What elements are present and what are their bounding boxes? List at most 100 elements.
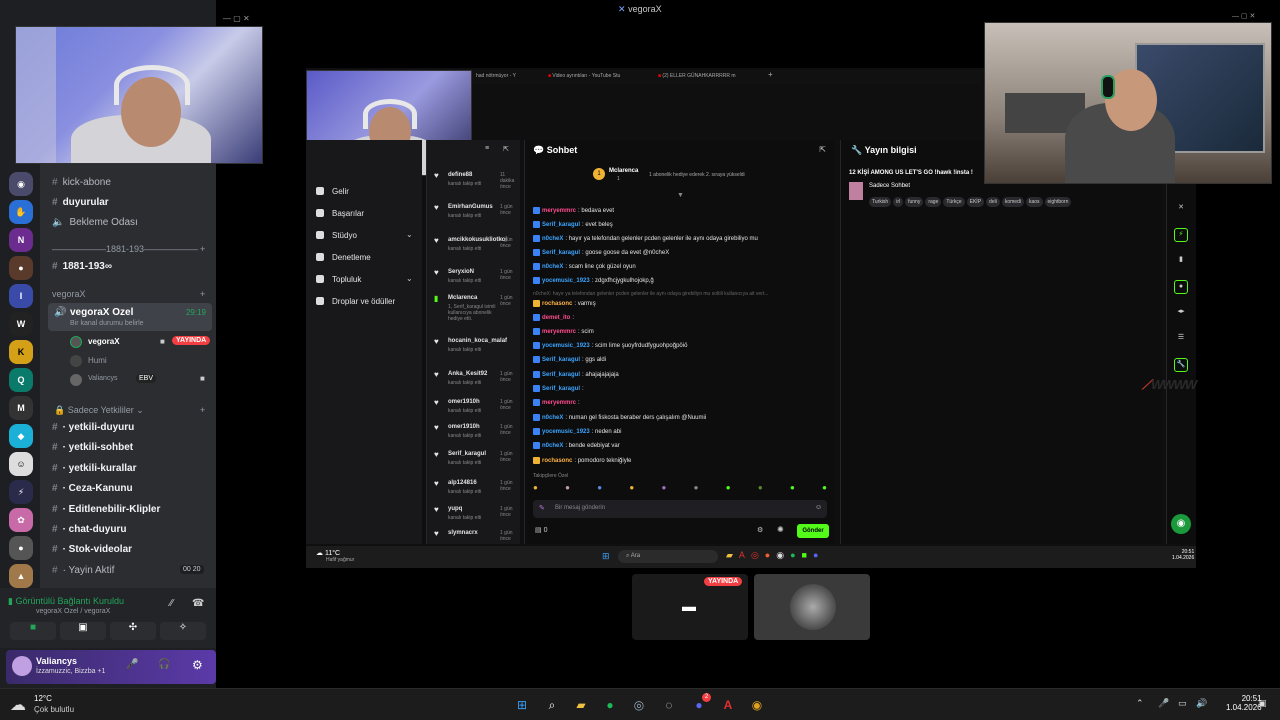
network-icon[interactable]: ▭	[1178, 698, 1187, 709]
close-icon[interactable]: ✕	[1174, 202, 1188, 216]
chat-username[interactable]: yocemusic_1923	[542, 343, 590, 349]
stream-tag[interactable]: komedi	[1001, 197, 1024, 207]
chat-message[interactable]: n0cheX: bende edebiyat var	[533, 442, 620, 449]
chat-message[interactable]: rochasonc: varmış	[533, 300, 596, 307]
chat-message[interactable]: n0cheX: numan gel fiskosta beraber ders …	[533, 414, 706, 421]
camera-button[interactable]: ■	[10, 622, 56, 640]
server-icon[interactable]: M	[9, 396, 33, 420]
menu-item-topluluk[interactable]: Topluluk	[332, 275, 361, 284]
emote-icon[interactable]: ●	[565, 483, 570, 495]
channel-yayin-aktif[interactable]: # · Yayin Aktif	[52, 565, 114, 576]
search-icon[interactable]: ⌕	[543, 696, 561, 714]
chat-message[interactable]: rochasonc: pomodoro tekniğiyle	[533, 457, 631, 464]
menu-item-denetleme[interactable]: Denetleme	[332, 253, 371, 262]
chat-message[interactable]: Serif_karagul:	[533, 385, 584, 392]
emoji-icon[interactable]: ☺	[815, 504, 822, 511]
emote-icon[interactable]: ●	[597, 483, 602, 495]
emote-icon[interactable]: ●	[726, 483, 731, 495]
chat-icon[interactable]: ●	[1174, 280, 1188, 294]
follower-item[interactable]: ♥ hocanin_koca_malaf kanalı takip etti	[426, 337, 520, 363]
voice-channel-path[interactable]: vegoraX Ozel / vegoraX	[36, 608, 110, 615]
server-icon[interactable]: ⚡	[9, 480, 33, 504]
chat-message[interactable]: Serif_karagul: ggs aldi	[533, 356, 606, 363]
settings-gear-icon[interactable]: ⚙	[757, 526, 763, 534]
stream-tag[interactable]: irl	[893, 197, 904, 207]
follower-item[interactable]: ♥ omer1910h kanalı takip etti 1 gün önce	[426, 398, 520, 424]
follower-item[interactable]: ♥ Serif_karagul kanalı takip etti 1 gün önc…	[426, 450, 520, 476]
chat-message[interactable]: Serif_karagul: goose goose da evet @n0ch…	[533, 249, 669, 256]
stream-tag[interactable]: deli	[986, 197, 1000, 207]
call-tile-user[interactable]	[754, 574, 870, 640]
microphone-icon[interactable]: 🎤	[1158, 698, 1169, 709]
server-icon[interactable]: ☺	[9, 452, 33, 476]
chat-username[interactable]: Serif_karagul	[542, 386, 580, 392]
help-icon[interactable]: ◉	[1171, 514, 1191, 534]
popout-icon[interactable]: ⇱	[503, 145, 509, 153]
follower-item[interactable]: ♥ EmirhanGumus kanalı takip etti 1 gün önce	[426, 203, 520, 229]
inner-clock[interactable]: 20:51 1.04.2026	[1172, 549, 1194, 561]
server-icon[interactable]: ●	[9, 536, 33, 560]
audio-icon[interactable]: ◂▸	[1174, 306, 1188, 320]
menu-item-studyo[interactable]: Stüdyo	[332, 231, 357, 240]
chat-message[interactable]: Serif_karagul: ahajajajajaja	[533, 371, 619, 378]
channel-editlenebilir-klipler[interactable]: # · Editlenebilir-Klipler	[52, 504, 160, 515]
menu-item-basarilar[interactable]: Başarılar	[332, 209, 364, 218]
chevron-down-icon[interactable]: ⌄	[406, 274, 413, 283]
scroll-down-icon[interactable]: ▼	[677, 192, 684, 199]
emote-icon[interactable]: ●	[822, 483, 827, 495]
screen-share-button[interactable]: ▣	[60, 622, 106, 640]
activities-button[interactable]: ✣	[110, 622, 156, 640]
chat-username[interactable]: n0cheX	[542, 236, 563, 242]
weather-cloud-icon[interactable]: ☁	[10, 695, 26, 715]
channel-yetkili-duyuru[interactable]: # · yetkili-duyuru	[52, 422, 134, 433]
menu-item-droplar[interactable]: Droplar ve ödüller	[332, 297, 395, 306]
server-icon[interactable]: ●	[9, 256, 33, 280]
soundboard-button[interactable]: ✧	[160, 622, 206, 640]
chat-message[interactable]: demet_ito:	[533, 314, 574, 321]
voice-user[interactable]: Valiancys EBV ■	[70, 374, 210, 388]
chevron-down-icon[interactable]: ⌄	[406, 230, 413, 239]
chrome-icon[interactable]: ◉	[748, 696, 766, 714]
server-icon[interactable]: W	[9, 312, 33, 336]
browser-tab[interactable]: ■ (2) ELLER GÜNAHKARRRRR m	[658, 73, 736, 79]
window-controls[interactable]: — ▢ ✕	[1232, 12, 1255, 20]
chat-input[interactable]: Bir mesaj gönderin	[533, 500, 827, 518]
chat-message[interactable]: n0cheX: scam line çok güzel oyun	[533, 263, 636, 270]
chat-username[interactable]: meryemmrc	[542, 400, 576, 406]
clock[interactable]: 20:51 1.04.2026	[1226, 694, 1262, 712]
server-icon[interactable]: ▲	[9, 564, 33, 588]
inner-weather[interactable]: ☁ 11°C	[316, 549, 340, 557]
noise-suppression-icon[interactable]: ∕∕	[170, 598, 173, 609]
server-icon[interactable]: N	[9, 228, 33, 252]
call-tile-screen[interactable]: YAYINDA ▬	[632, 574, 748, 640]
emote-icon[interactable]: ●	[533, 483, 538, 495]
chat-message[interactable]: meryemmrc: bedava evet	[533, 207, 614, 214]
chat-username[interactable]: rochasonc	[542, 458, 572, 464]
channel-duyurular[interactable]: # duyurular	[52, 197, 109, 208]
adobe-icon[interactable]: A	[719, 696, 737, 714]
app-icon[interactable]: A	[739, 550, 751, 560]
category-vegorax[interactable]: vegoraX	[52, 289, 86, 299]
voice-user[interactable]: Humi	[70, 355, 210, 369]
emote-icon[interactable]: ●	[662, 483, 667, 495]
emote-icon[interactable]: ●	[790, 483, 795, 495]
emote-icon[interactable]: ●	[758, 483, 763, 495]
follower-item[interactable]: ♥ Anka_Kesit92 kanalı takip etti 1 gün önce	[426, 370, 520, 396]
server-icon[interactable]: ✋	[9, 200, 33, 224]
chat-username[interactable]: rochasonc	[542, 301, 572, 307]
voice-channel-vegorax-ozel[interactable]: 🔊 vegoraX Ozel 29:19 Bir kanal durumu be…	[48, 303, 212, 331]
server-icon[interactable]: I	[9, 284, 33, 308]
chrome-icon[interactable]: ◉	[776, 550, 790, 560]
windows-start-icon[interactable]: ⊞	[602, 551, 610, 562]
filter-icon[interactable]: ≡	[485, 145, 489, 152]
follower-item[interactable]: ▮ Mclarenca 1, Serif_karagul isimli kullan…	[426, 294, 520, 322]
stream-tag[interactable]: Turkish	[869, 197, 892, 207]
add-channel-icon[interactable]: +	[200, 244, 205, 254]
menu-item-gelir[interactable]: Gelir	[332, 187, 349, 196]
channel-bekleme-odasi[interactable]: 🔈 Bekleme Odası	[52, 217, 138, 228]
chat-username[interactable]: demet_ito	[542, 315, 570, 321]
follower-item[interactable]: ♥ yupq kanalı takip etti 1 gün önce	[426, 505, 520, 531]
clip-icon[interactable]: ▮	[1174, 254, 1188, 268]
chat-username[interactable]: Serif_karagul	[542, 372, 580, 378]
add-channel-icon[interactable]: +	[200, 289, 205, 299]
